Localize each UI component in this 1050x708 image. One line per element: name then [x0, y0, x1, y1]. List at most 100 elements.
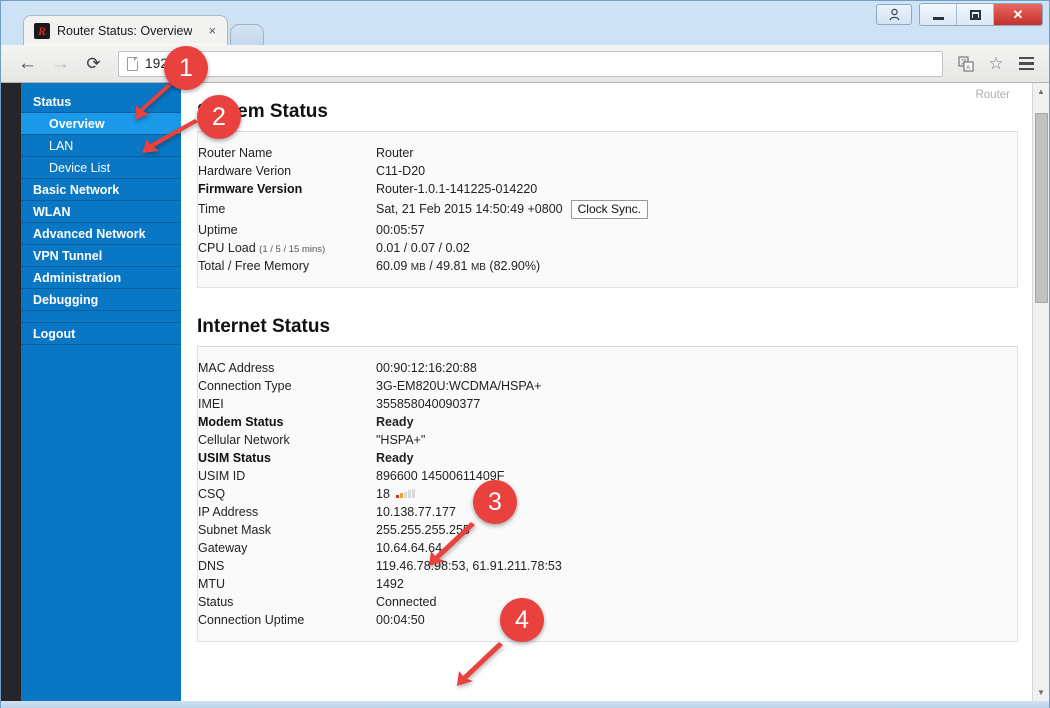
table-row: Subnet Mask 255.255.255.255: [198, 521, 1017, 539]
annotation-arrow-3: [429, 522, 475, 566]
row-label: USIM ID: [198, 467, 376, 485]
page-info-icon: [127, 56, 138, 71]
sidebar-item-label: Device List: [49, 160, 111, 175]
row-value: 10.138.77.177: [376, 503, 1017, 521]
row-value: Router-1.0.1-141225-014220: [376, 180, 1017, 198]
row-label-text: Hardware Verion: [198, 164, 292, 178]
row-label: Cellular Network: [198, 431, 376, 449]
annotation-badge-4: 4: [500, 598, 544, 642]
row-label-text: Uptime: [198, 223, 238, 237]
scroll-up-icon[interactable]: ▲: [1033, 83, 1049, 100]
row-value-text: C11-D20: [376, 164, 426, 178]
table-row: CSQ 18: [198, 485, 1017, 503]
sidebar-item-debugging[interactable]: Debugging: [21, 289, 181, 311]
sidebar-item-label: WLAN: [33, 204, 71, 219]
row-value: Ready: [376, 449, 1017, 467]
table-row: Modem Status Ready: [198, 413, 1017, 431]
hamburger-menu-icon[interactable]: [1013, 51, 1039, 77]
row-label-text: Total / Free Memory: [198, 259, 310, 273]
browser-tab[interactable]: R Router Status: Overview ×: [23, 15, 229, 45]
vertical-scrollbar[interactable]: ▲ ▼: [1032, 83, 1049, 701]
row-label: USIM Status: [198, 449, 376, 467]
row-value: 00:04:50: [376, 611, 1017, 629]
row-value: Connected: [376, 593, 1017, 611]
table-row: MAC Address 00:90:12:16:20:88: [198, 359, 1017, 377]
bookmark-star-icon[interactable]: ☆: [983, 51, 1009, 77]
back-icon[interactable]: ←: [13, 49, 42, 78]
row-value: 60.09 MB / 49.81 MB (82.90%): [376, 259, 541, 273]
row-label: Subnet Mask: [198, 521, 376, 539]
row-label-text: Modem Status: [198, 415, 284, 429]
signal-strength-icon: [395, 488, 415, 498]
row-label-note: (1 / 5 / 15 mins): [259, 244, 326, 255]
sidebar-item-administration[interactable]: Administration: [21, 267, 181, 289]
table-row: Status Connected: [198, 593, 1017, 611]
row-value-text: 18: [376, 487, 390, 501]
sidebar-item-vpn-tunnel[interactable]: VPN Tunnel: [21, 245, 181, 267]
table-row: MTU 1492: [198, 575, 1017, 593]
left-gutter: [1, 83, 21, 701]
translate-icon[interactable]: 文A: [953, 51, 979, 77]
sidebar-item-label: Administration: [33, 270, 122, 285]
favicon-icon: R: [34, 22, 50, 39]
sidebar-item-wlan[interactable]: WLAN: [21, 201, 181, 223]
row-value-text: 3G-EM820U:WCDMA/HSPA+: [376, 379, 542, 393]
sidebar-item-label: Basic Network: [33, 182, 120, 197]
sidebar-item-device-list[interactable]: Device List: [21, 157, 181, 179]
row-value: "HSPA+": [376, 431, 1017, 449]
reload-icon[interactable]: ⟳: [79, 49, 108, 78]
table-row: Cellular Network "HSPA+": [198, 431, 1017, 449]
row-value-text: 00:90:12:16:20:88: [376, 361, 477, 375]
scroll-down-icon[interactable]: ▼: [1033, 684, 1049, 701]
maximize-button[interactable]: [957, 4, 994, 25]
forward-icon[interactable]: →: [46, 49, 75, 78]
window-status-bar: [1, 701, 1049, 708]
row-label-text: IMEI: [198, 397, 224, 411]
tab-strip: R Router Status: Overview ×: [23, 15, 265, 45]
row-label-text: MTU: [198, 577, 226, 591]
table-row: USIM Status Ready: [198, 449, 1017, 467]
row-label-text: MAC Address: [198, 361, 275, 375]
sidebar-item-advanced-network[interactable]: Advanced Network: [21, 223, 181, 245]
row-label: Firmware Version: [198, 180, 376, 198]
row-value: Ready: [376, 413, 1017, 431]
row-label: CPU Load (1 / 5 / 15 mins): [198, 239, 376, 257]
row-value-text: 00:04:50: [376, 613, 425, 627]
sidebar-item-logout[interactable]: Logout: [21, 323, 181, 345]
table-row: Total / Free Memory 60.09 MB / 49.81 MB (…: [198, 257, 1017, 275]
row-value-text: 00:05:57: [376, 223, 425, 237]
system-status-panel: Router Name Router Hardware Verion C11-D20 F…: [197, 132, 1018, 288]
minimize-button[interactable]: [920, 4, 957, 25]
row-label-text: Status: [198, 595, 234, 609]
annotation-arrow-4: [457, 642, 503, 686]
new-tab-button[interactable]: [230, 24, 265, 45]
sidebar-item-basic-network[interactable]: Basic Network: [21, 179, 181, 201]
close-tab-icon[interactable]: ×: [205, 24, 219, 37]
table-row: Connection Uptime 00:04:50: [198, 611, 1017, 629]
sidebar-item-label: Debugging: [33, 292, 99, 307]
row-label: Uptime: [198, 221, 376, 239]
main-content: Router System Status Router Name Router Ha…: [181, 83, 1032, 701]
annotation-badge-1: 1: [164, 46, 208, 90]
clock-sync-button[interactable]: Clock Sync.: [570, 200, 648, 219]
row-label: Connection Uptime: [198, 611, 376, 629]
scrollbar-thumb[interactable]: [1035, 113, 1048, 303]
table-row: USIM ID 896600 14500611409F: [198, 467, 1017, 485]
table-row: DNS 119.46.78.98:53, 61.91.211.78:53: [198, 557, 1017, 575]
address-bar[interactable]: 192.1 1: [118, 50, 943, 77]
row-label-text: Cellular Network: [198, 433, 290, 447]
user-icon[interactable]: [876, 4, 912, 25]
table-row: Uptime 00:05:57: [198, 221, 1017, 239]
sidebar-item-label: Overview: [49, 116, 105, 131]
table-row: IP Address 10.138.77.177: [198, 503, 1017, 521]
internet-status-title: Internet Status: [197, 298, 1018, 347]
tab-title: Router Status: Overview: [57, 23, 193, 38]
sidebar-nav: Status Overview LAN Device List Basic Networ…: [21, 83, 181, 701]
row-label: Total / Free Memory: [198, 257, 376, 275]
sidebar-spacer: [21, 311, 181, 323]
table-row: Gateway 10.64.64.64: [198, 539, 1017, 557]
close-window-button[interactable]: ✕: [994, 4, 1042, 25]
row-value-text: Ready: [376, 415, 414, 429]
row-label: CSQ: [198, 485, 376, 503]
memory-unit: MB: [410, 262, 426, 273]
